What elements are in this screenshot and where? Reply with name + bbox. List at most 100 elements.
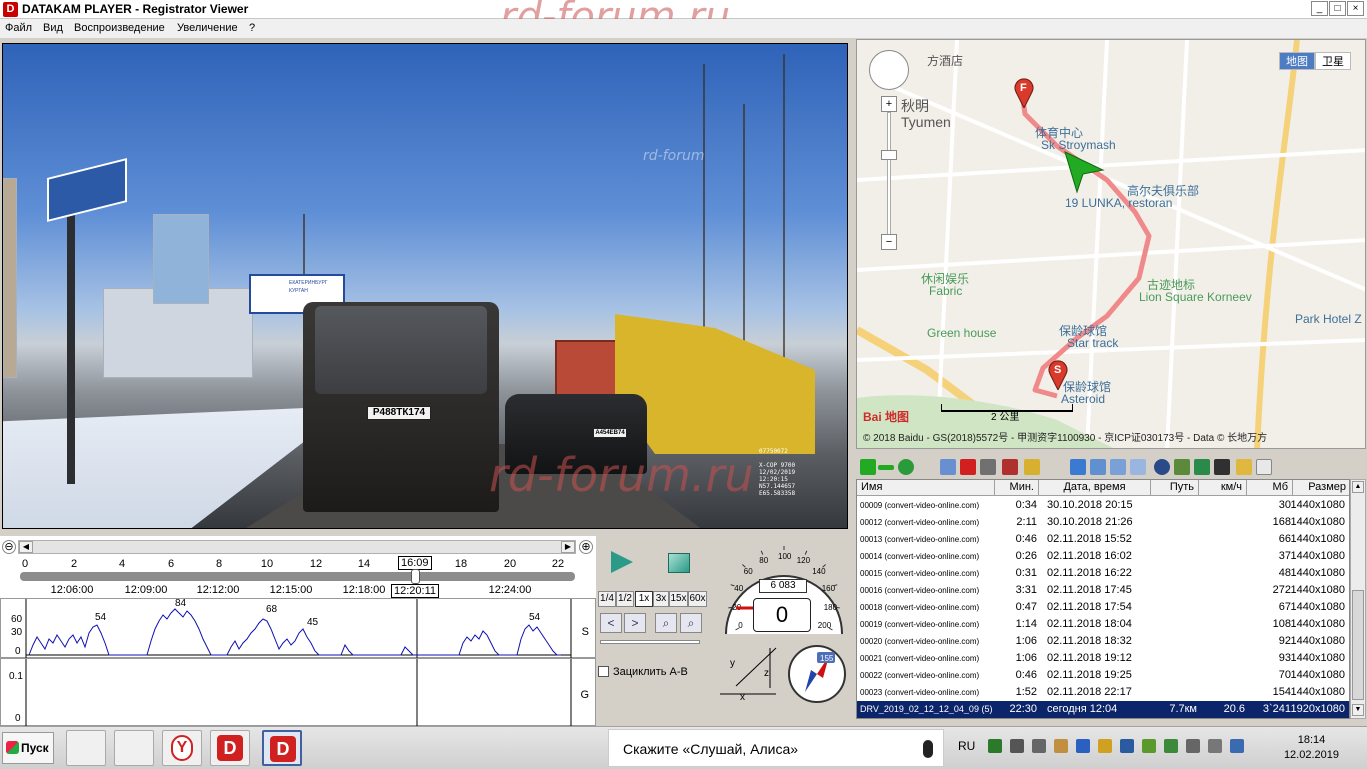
speed-quarter-button[interactable]: 1/4 [598, 591, 616, 607]
timeline-scrollbar[interactable]: ◀ ▶ [18, 540, 576, 554]
copy-icon[interactable] [940, 459, 956, 475]
film-icon[interactable] [1214, 459, 1230, 475]
chat-icon[interactable] [1208, 739, 1222, 753]
save-icon[interactable] [980, 459, 996, 475]
col-min-header[interactable]: Мин. [995, 480, 1039, 496]
globe-icon[interactable] [1154, 459, 1170, 475]
finish-marker-icon[interactable]: F [1013, 76, 1035, 108]
document-icon[interactable] [1256, 459, 1272, 475]
table-row[interactable]: 00009 (convert-video-online.com) 0:34 30.1… [857, 497, 1349, 514]
keyboard-icon[interactable] [1054, 739, 1068, 753]
scroll-thumb[interactable] [1352, 590, 1364, 700]
col-size-header[interactable]: Размер [1293, 480, 1349, 496]
map-image-icon[interactable] [1174, 459, 1190, 475]
table-row[interactable]: 00022 (convert-video-online.com) 0:46 02.1… [857, 667, 1349, 684]
speed-60x-button[interactable]: 60x [688, 591, 707, 607]
remove-icon[interactable] [878, 465, 894, 470]
menu-view[interactable]: Вид [43, 22, 63, 34]
table-row[interactable]: 00014 (convert-video-online.com) 0:26 02.1… [857, 548, 1349, 565]
folder-icon[interactable] [1236, 459, 1252, 475]
zoom-video-in-icon[interactable]: ⌕ [655, 613, 677, 633]
col-mb-header[interactable]: Мб [1247, 480, 1293, 496]
media-player-icon[interactable] [66, 730, 106, 766]
map-type-satellite-button[interactable]: 卫星 [1315, 52, 1351, 70]
new-window-icon[interactable] [1070, 459, 1086, 475]
next-frame-icon[interactable]: > [624, 613, 646, 633]
col-speed-header[interactable]: км/ч [1199, 480, 1247, 496]
network-icon[interactable] [988, 739, 1002, 753]
table-row[interactable]: 00021 (convert-video-online.com) 1:06 02.1… [857, 650, 1349, 667]
alisa-search-bar[interactable]: Скажите «Слушай, Алиса» [608, 729, 944, 767]
playback-thumb[interactable] [411, 569, 420, 584]
map-zoom-in-icon[interactable]: + [881, 96, 897, 112]
timeline[interactable]: ⊖ ◀ ▶ ⊕ 0 2 4 6 8 10 12 14 16:09 18 20 2… [0, 536, 596, 598]
volume-icon[interactable] [1010, 739, 1024, 753]
menu-help[interactable]: ? [249, 22, 255, 34]
flag-icon[interactable] [1230, 739, 1244, 753]
yandex-browser-icon[interactable]: Y [162, 730, 202, 766]
add-icon[interactable] [860, 459, 876, 475]
table-scrollbar[interactable]: ▲ ▼ [1350, 479, 1366, 719]
battery-icon[interactable] [1186, 739, 1200, 753]
map-pan-control[interactable] [869, 50, 909, 90]
volume-slider[interactable] [600, 640, 700, 644]
refresh-icon[interactable] [898, 459, 914, 475]
close-button[interactable]: × [1347, 1, 1364, 16]
map-panel[interactable]: + − 地图 卫星 方酒店 秋明 Tyumen 体育中心 Sk Stroymas… [856, 39, 1366, 449]
tile-icon[interactable] [1110, 459, 1126, 475]
zoom-video-out-icon[interactable]: ⌕ [680, 613, 702, 633]
datakam-icon[interactable]: D [210, 730, 250, 766]
prev-frame-icon[interactable]: < [600, 613, 622, 633]
cut-icon[interactable] [1024, 459, 1040, 475]
speed-graph[interactable]: 60 30 0 S 54 84 68 45 54 [0, 598, 596, 659]
maximize-button[interactable]: □ [1329, 1, 1346, 16]
calculator-icon[interactable] [114, 730, 154, 766]
menu-zoom[interactable]: Увеличение [177, 22, 238, 34]
stop-icon[interactable] [668, 553, 690, 573]
zoom-in-icon[interactable]: ⊕ [579, 540, 593, 554]
fullscreen-icon[interactable] [1130, 459, 1146, 475]
col-name-header[interactable]: Имя [857, 480, 995, 496]
security-icon[interactable] [1164, 739, 1178, 753]
scroll-down-icon[interactable]: ▼ [1352, 704, 1364, 716]
scroll-left-icon[interactable]: ◀ [19, 541, 33, 553]
speed-3x-button[interactable]: 3x [653, 591, 669, 607]
speed-1x-button[interactable]: 1x [635, 591, 653, 607]
menu-file[interactable]: Файл [5, 22, 32, 34]
g-sensor-graph[interactable]: 0.1 0 G [0, 658, 596, 727]
export-icon[interactable] [1194, 459, 1210, 475]
minimize-button[interactable]: _ [1311, 1, 1328, 16]
start-button[interactable]: Пуск [2, 732, 54, 764]
start-marker-icon[interactable]: S [1047, 358, 1069, 390]
table-row[interactable]: 00015 (convert-video-online.com) 0:31 02.1… [857, 565, 1349, 582]
usb-icon[interactable] [1032, 739, 1046, 753]
map-zoom-out-icon[interactable]: − [881, 234, 897, 250]
video-frame[interactable]: ЕКАТЕРИНБУРГ КУРГАН А454ЕВ74 Р488ТК174 0… [2, 43, 848, 529]
playback-slider[interactable] [20, 572, 575, 581]
col-datetime-header[interactable]: Дата, время [1039, 480, 1151, 496]
table-row[interactable]: 00020 (convert-video-online.com) 1:06 02.1… [857, 633, 1349, 650]
clock[interactable]: 18:14 12.02.2019 [1284, 733, 1339, 763]
table-row[interactable]: 00012 (convert-video-online.com) 2:11 30.1… [857, 514, 1349, 531]
camera-icon[interactable] [1002, 459, 1018, 475]
checkbox-icon[interactable] [598, 666, 609, 677]
map-zoom-slider[interactable] [887, 112, 891, 236]
microphone-icon[interactable] [923, 740, 933, 758]
zoom-out-icon[interactable]: ⊖ [2, 540, 16, 554]
table-row[interactable]: DRV_2019_02_12_12_04_09 (5) 22:30 сегодня … [857, 701, 1349, 718]
table-row[interactable]: 00016 (convert-video-online.com) 3:31 02.1… [857, 582, 1349, 599]
table-row[interactable]: 00018 (convert-video-online.com) 0:47 02.1… [857, 599, 1349, 616]
scroll-up-icon[interactable]: ▲ [1352, 481, 1364, 493]
map-zoom-thumb[interactable] [881, 150, 897, 160]
language-indicator[interactable]: RU [958, 739, 975, 753]
loop-ab-checkbox[interactable]: Зациклить А-В [598, 666, 688, 678]
menu-playback[interactable]: Воспроизведение [74, 22, 165, 34]
bluetooth-icon[interactable] [1076, 739, 1090, 753]
play-icon[interactable] [611, 551, 633, 573]
vk-icon[interactable] [1120, 739, 1134, 753]
shield-icon[interactable] [1098, 739, 1112, 753]
datakam-active-icon[interactable]: D [262, 730, 302, 766]
delete-icon[interactable] [960, 459, 976, 475]
window-icon[interactable] [1090, 459, 1106, 475]
map-type-map-button[interactable]: 地图 [1279, 52, 1315, 70]
